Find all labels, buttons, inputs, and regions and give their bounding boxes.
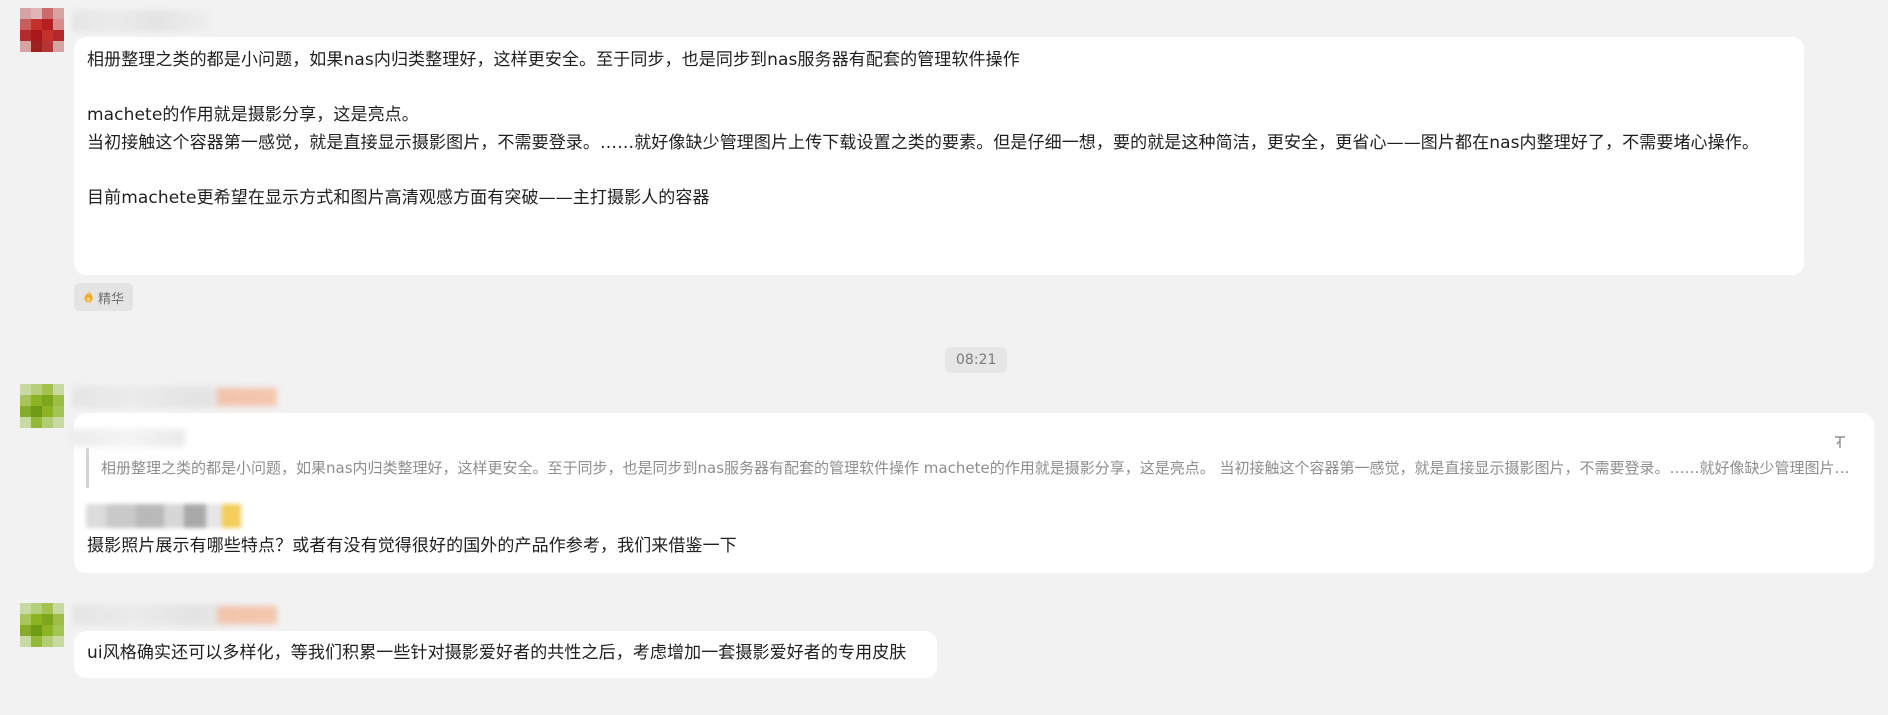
quoted-message[interactable]: 相册整理之类的都是小问题，如果nas内归类整理好，这样更安全。至于同步，也是同步… [86, 448, 1856, 488]
badge-label: 精华 [98, 291, 125, 307]
message-bubble[interactable]: 相册整理之类的都是小问题，如果nas内归类整理好，这样更安全。至于同步，也是同步… [74, 37, 1804, 275]
message-text: 摄影照片展示有哪些特点？或者有没有觉得很好的国外的产品作参考，我们来借鉴一下 [87, 536, 737, 556]
message-text: ui风格确实还可以多样化，等我们积累一些针对摄影爱好者的共性之后，考虑增加一套摄… [87, 643, 907, 663]
sender-name [72, 604, 277, 626]
avatar[interactable] [20, 8, 64, 52]
sender-name [72, 10, 212, 32]
timestamp: 08:21 [945, 347, 1008, 373]
essence-badge[interactable]: 精华 [74, 283, 134, 311]
quoted-author [70, 429, 185, 447]
avatar[interactable] [20, 384, 64, 428]
message-bubble[interactable]: ui风格确实还可以多样化，等我们积累一些针对摄影爱好者的共性之后，考虑增加一套摄… [74, 631, 937, 678]
mention-name [86, 504, 241, 528]
avatar[interactable] [20, 603, 64, 647]
flame-icon [84, 290, 93, 303]
message-text: 相册整理之类的都是小问题，如果nas内归类整理好，这样更安全。至于同步，也是同步… [87, 50, 1759, 208]
sender-name [72, 386, 277, 408]
